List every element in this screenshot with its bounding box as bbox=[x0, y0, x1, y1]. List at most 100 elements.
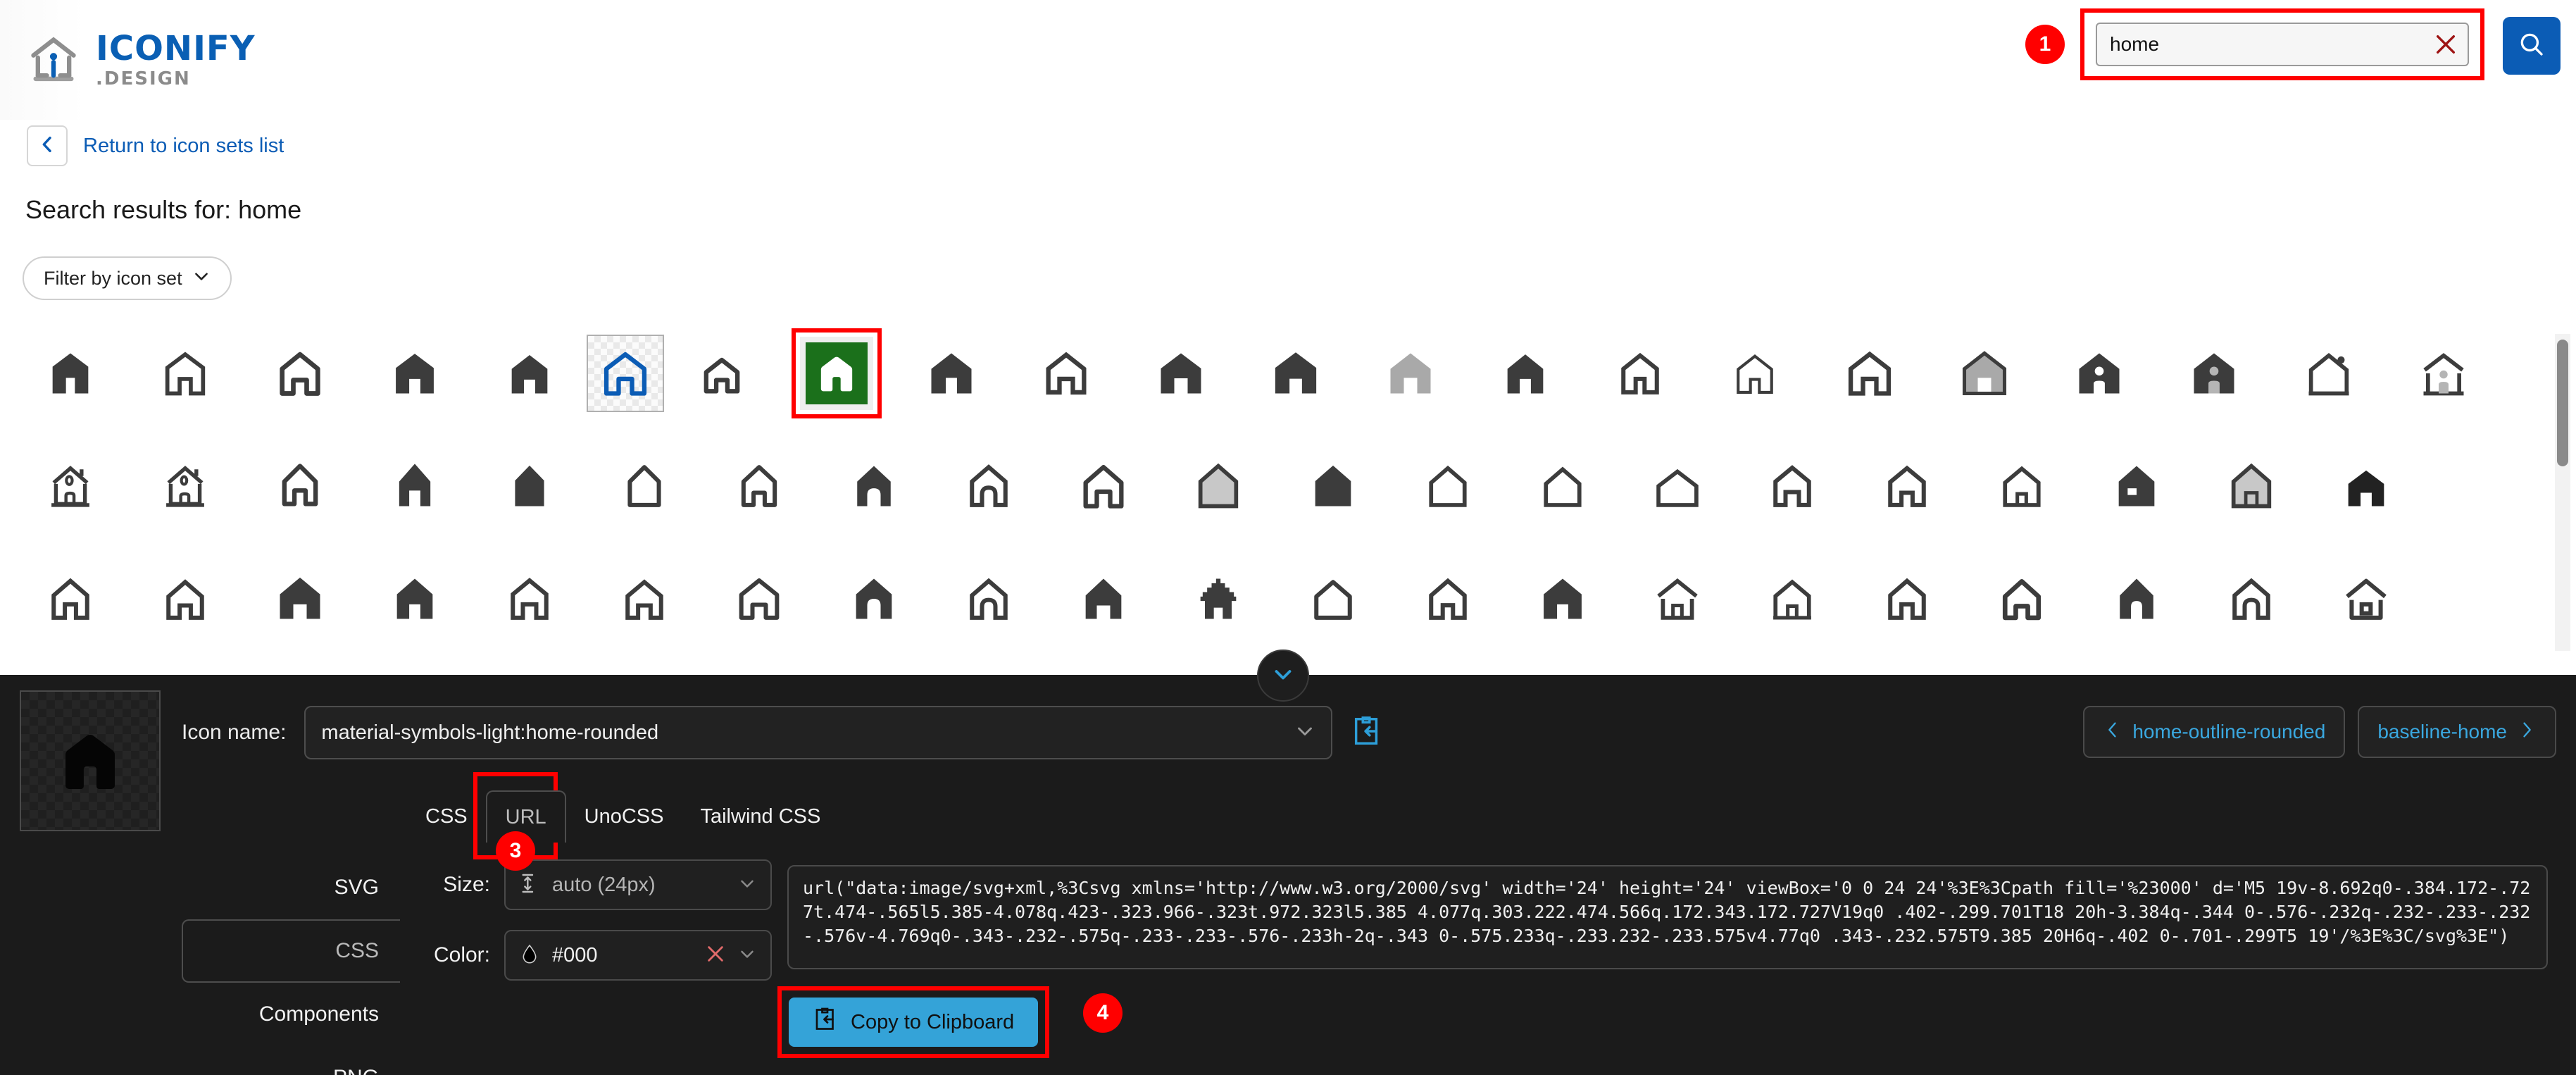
filter-by-icon-set-dropdown[interactable]: Filter by icon set bbox=[23, 256, 232, 300]
clipboard-copy-icon[interactable] bbox=[1351, 715, 1383, 751]
icon-cell[interactable] bbox=[1046, 542, 1161, 655]
icon-name-value: material-symbols-light:home-rounded bbox=[321, 721, 659, 744]
icon-cell[interactable] bbox=[1620, 430, 1734, 542]
icon-cell[interactable] bbox=[1123, 317, 1238, 430]
icon-cell[interactable] bbox=[1964, 542, 2079, 655]
search-input-wrapper[interactable] bbox=[2096, 23, 2469, 66]
close-x-icon[interactable] bbox=[704, 943, 727, 969]
side-tab-svg[interactable]: SVG bbox=[182, 856, 400, 919]
size-select[interactable]: auto (24px) bbox=[504, 859, 772, 910]
icon-cell[interactable] bbox=[1964, 430, 2079, 542]
icon-cell[interactable] bbox=[472, 317, 587, 430]
icon-cell[interactable] bbox=[931, 542, 1046, 655]
icon-cell[interactable] bbox=[357, 317, 472, 430]
icon-cell[interactable] bbox=[2042, 317, 2156, 430]
icon-cell[interactable] bbox=[472, 542, 587, 655]
prev-icon-button[interactable]: home-outline-rounded bbox=[2083, 706, 2346, 758]
icon-cell[interactable] bbox=[664, 317, 779, 430]
close-x-icon[interactable] bbox=[2434, 32, 2458, 56]
icon-cell[interactable] bbox=[816, 542, 931, 655]
clipboard-copy-icon bbox=[813, 1007, 838, 1038]
icon-cell[interactable] bbox=[2308, 430, 2423, 542]
icon-cell[interactable] bbox=[2194, 430, 2308, 542]
icon-cell[interactable] bbox=[1505, 430, 1620, 542]
icon-cell[interactable] bbox=[1046, 430, 1161, 542]
icon-cell[interactable] bbox=[1927, 317, 2042, 430]
code-output-box[interactable]: url("data:image/svg+xml,%3Csvg xmlns='ht… bbox=[787, 865, 2548, 969]
size-control-row: Size: auto (24px) bbox=[413, 859, 772, 910]
icon-cell[interactable] bbox=[127, 430, 242, 542]
filter-label: Filter by icon set bbox=[44, 267, 182, 289]
icon-cell[interactable] bbox=[2079, 542, 2194, 655]
return-to-icon-sets-link[interactable]: Return to icon sets list bbox=[83, 135, 284, 158]
icon-cell[interactable] bbox=[1812, 317, 1927, 430]
icon-name-select[interactable]: material-symbols-light:home-rounded bbox=[304, 706, 1333, 759]
icon-cell[interactable] bbox=[1275, 542, 1390, 655]
icon-cell[interactable] bbox=[1468, 317, 1582, 430]
logo[interactable]: ICONIFY .DESIGN bbox=[27, 32, 255, 88]
icon-cell[interactable] bbox=[1697, 317, 1812, 430]
icon-cell[interactable] bbox=[2194, 542, 2308, 655]
icon-cell[interactable] bbox=[1275, 430, 1390, 542]
icon-cell[interactable] bbox=[701, 542, 816, 655]
icon-cell[interactable] bbox=[357, 542, 472, 655]
icon-cell[interactable] bbox=[1582, 317, 1697, 430]
back-button[interactable] bbox=[27, 125, 68, 166]
icon-cell[interactable] bbox=[13, 317, 127, 430]
icon-cell-selected[interactable]: 2 bbox=[779, 317, 894, 430]
color-value: #000 bbox=[552, 943, 598, 967]
panel-collapse-toggle[interactable] bbox=[1257, 650, 1309, 702]
chevron-down-icon bbox=[1270, 661, 1296, 691]
icon-cell[interactable] bbox=[701, 430, 816, 542]
icon-cell[interactable] bbox=[242, 317, 357, 430]
icon-cell[interactable] bbox=[472, 430, 587, 542]
icon-cell[interactable] bbox=[13, 542, 127, 655]
icon-cell[interactable] bbox=[1353, 317, 1468, 430]
icon-cell[interactable] bbox=[13, 430, 127, 542]
icon-cell[interactable] bbox=[1008, 317, 1123, 430]
icon-cell[interactable] bbox=[1161, 542, 1275, 655]
icon-cell[interactable] bbox=[587, 542, 701, 655]
icon-cell[interactable] bbox=[587, 430, 701, 542]
icon-cell[interactable] bbox=[1390, 542, 1505, 655]
icon-cell[interactable] bbox=[2079, 430, 2194, 542]
icon-cell[interactable] bbox=[894, 317, 1008, 430]
icon-cell-hovered[interactable] bbox=[587, 335, 664, 412]
side-tab-css[interactable]: CSS bbox=[182, 919, 400, 983]
icon-cell[interactable] bbox=[242, 430, 357, 542]
grid-scrollbar[interactable] bbox=[2555, 334, 2570, 651]
next-icon-button[interactable]: baseline-home bbox=[2358, 706, 2556, 758]
icon-cell[interactable] bbox=[1849, 542, 1964, 655]
side-tab-components[interactable]: Components bbox=[182, 983, 400, 1046]
icon-cell[interactable] bbox=[2308, 542, 2423, 655]
icon-cell[interactable] bbox=[1734, 430, 1849, 542]
icon-cell[interactable] bbox=[357, 430, 472, 542]
icon-cell[interactable] bbox=[1849, 430, 1964, 542]
tab-css[interactable]: CSS bbox=[407, 790, 486, 843]
icon-cell[interactable] bbox=[1620, 542, 1734, 655]
tab-unocss[interactable]: UnoCSS bbox=[566, 790, 682, 843]
selected-icon-backdrop bbox=[799, 337, 873, 410]
icon-cell[interactable] bbox=[931, 430, 1046, 542]
icon-cell[interactable] bbox=[127, 542, 242, 655]
icon-cell[interactable] bbox=[1161, 430, 1275, 542]
icon-cell[interactable] bbox=[2156, 317, 2271, 430]
color-select[interactable]: #000 bbox=[504, 930, 772, 981]
scrollbar-thumb[interactable] bbox=[2557, 340, 2568, 466]
icon-name-label: Icon name: bbox=[182, 721, 287, 744]
icon-cell[interactable] bbox=[2386, 317, 2501, 430]
tab-tailwind-css[interactable]: Tailwind CSS bbox=[682, 790, 839, 843]
icon-cell[interactable] bbox=[2271, 317, 2386, 430]
icon-cell[interactable] bbox=[1390, 430, 1505, 542]
icon-results-grid[interactable]: 2 bbox=[0, 317, 2556, 655]
icon-cell[interactable] bbox=[1238, 317, 1353, 430]
copy-to-clipboard-button[interactable]: Copy to Clipboard bbox=[789, 998, 1039, 1047]
side-tab-png[interactable]: PNG bbox=[182, 1046, 400, 1075]
icon-cell[interactable] bbox=[242, 542, 357, 655]
icon-cell[interactable] bbox=[1505, 542, 1620, 655]
search-button[interactable] bbox=[2503, 17, 2561, 75]
icon-cell[interactable] bbox=[1734, 542, 1849, 655]
search-input[interactable] bbox=[2110, 33, 2455, 56]
icon-cell[interactable] bbox=[127, 317, 242, 430]
icon-cell[interactable] bbox=[816, 430, 931, 542]
